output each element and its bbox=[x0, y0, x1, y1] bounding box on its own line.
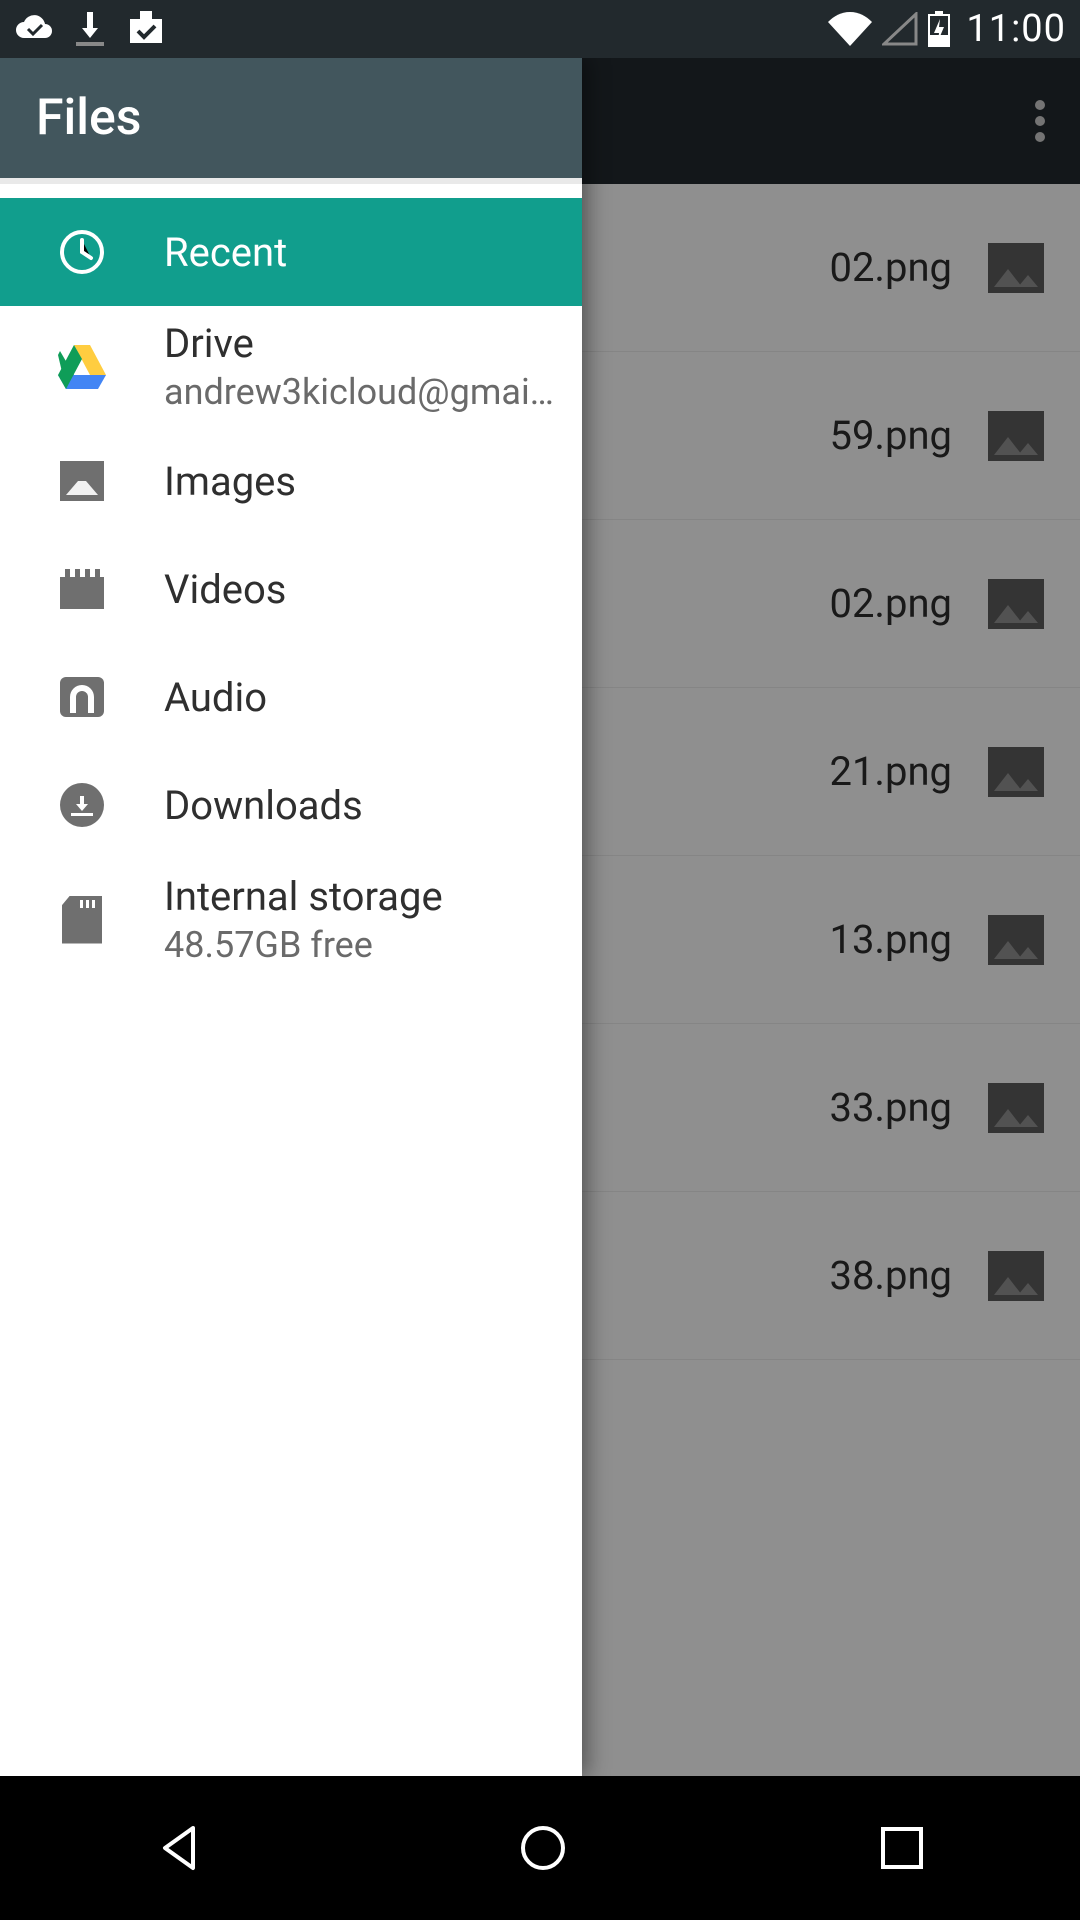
cloud-check-icon bbox=[14, 14, 54, 44]
drawer-item-label: Drive bbox=[164, 320, 558, 367]
home-button[interactable] bbox=[517, 1822, 569, 1874]
recents-button[interactable] bbox=[879, 1825, 925, 1871]
drawer-item-drive[interactable]: Drive andrew3kicloud@gmail.c… bbox=[0, 306, 582, 427]
drawer-item-downloads[interactable]: Downloads bbox=[0, 751, 582, 859]
drawer-item-audio[interactable]: Audio bbox=[0, 643, 582, 751]
drawer-item-sublabel: 48.57GB free bbox=[164, 924, 558, 966]
drawer-header: Files bbox=[0, 58, 582, 184]
audio-icon bbox=[0, 677, 164, 717]
drawer-item-internal-storage[interactable]: Internal storage 48.57GB free bbox=[0, 859, 582, 980]
status-time: 11:00 bbox=[966, 7, 1066, 51]
status-bar: 11:00 bbox=[0, 0, 1080, 58]
videos-icon bbox=[0, 569, 164, 609]
drawer-item-label: Audio bbox=[164, 674, 558, 721]
images-icon bbox=[0, 461, 164, 501]
drawer-title: Files bbox=[36, 89, 142, 147]
drawer-item-videos[interactable]: Videos bbox=[0, 535, 582, 643]
google-drive-icon bbox=[0, 345, 164, 389]
downloads-icon bbox=[0, 783, 164, 827]
navigation-drawer: Files Recent Drive andrew3kicloud@gmail.… bbox=[0, 58, 582, 1776]
drawer-item-label: Recent bbox=[164, 229, 558, 276]
drawer-item-label: Videos bbox=[164, 566, 558, 613]
drawer-item-recent[interactable]: Recent bbox=[0, 198, 582, 306]
drawer-item-label: Downloads bbox=[164, 782, 558, 829]
sd-card-icon bbox=[0, 896, 164, 944]
back-button[interactable] bbox=[155, 1822, 207, 1874]
battery-charging-icon bbox=[928, 11, 950, 47]
download-icon bbox=[76, 12, 104, 46]
drawer-item-sublabel: andrew3kicloud@gmail.c… bbox=[164, 371, 558, 413]
drawer-item-images[interactable]: Images bbox=[0, 427, 582, 535]
wifi-icon bbox=[828, 12, 872, 46]
clock-icon bbox=[0, 228, 164, 276]
drawer-item-label: Internal storage bbox=[164, 873, 558, 920]
drawer-item-label: Images bbox=[164, 458, 558, 505]
shop-check-icon bbox=[126, 11, 166, 47]
cell-signal-icon bbox=[882, 12, 918, 46]
system-nav-bar bbox=[0, 1776, 1080, 1920]
